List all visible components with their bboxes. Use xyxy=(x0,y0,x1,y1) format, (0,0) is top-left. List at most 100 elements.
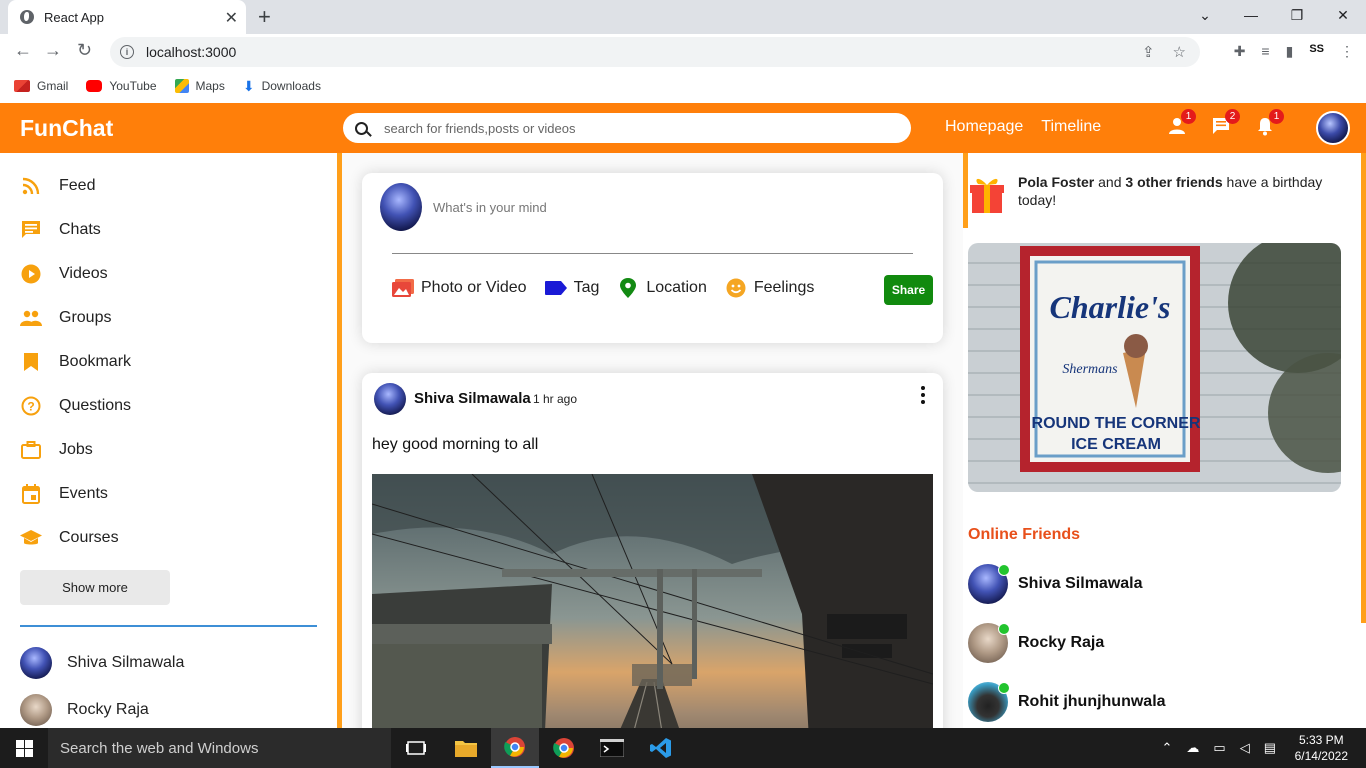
profile-icon[interactable]: SS xyxy=(1309,43,1324,60)
timeline-link[interactable]: Timeline xyxy=(1041,118,1101,136)
taskbar-clock[interactable]: 5:33 PM 6/14/2022 xyxy=(1295,732,1348,764)
sidebar-item-videos[interactable]: Videos xyxy=(20,263,108,285)
terminal-icon[interactable] xyxy=(588,728,636,768)
new-tab-icon[interactable]: + xyxy=(258,4,271,30)
bookmark-downloads[interactable]: ⬇ Downloads xyxy=(243,78,321,95)
location-pin-icon xyxy=(617,278,639,298)
reload-icon[interactable]: ↻ xyxy=(77,40,92,61)
messages-badge: 2 xyxy=(1225,109,1240,124)
bookmark-youtube[interactable]: YouTube xyxy=(86,79,157,93)
file-explorer-icon[interactable] xyxy=(442,728,490,768)
show-hidden-icons-icon[interactable]: ⌃ xyxy=(1162,740,1173,756)
friend-requests-badge: 1 xyxy=(1181,109,1196,124)
menu-icon[interactable]: ⋮ xyxy=(1340,43,1354,60)
post-image[interactable] xyxy=(372,474,933,728)
address-bar-row: ← → ↻ i localhost:3000 ⇪ ☆ ✚ ≡ ▮ SS ⋮ xyxy=(0,34,1366,70)
chat-icon xyxy=(20,219,42,241)
download-icon: ⬇ xyxy=(242,77,255,94)
sidebar-item-groups[interactable]: Groups xyxy=(20,307,111,329)
sidebar-item-bookmark[interactable]: Bookmark xyxy=(20,351,131,373)
post-author-name[interactable]: Shiva Silmawala xyxy=(414,390,531,407)
messages-button[interactable]: 2 xyxy=(1210,109,1240,137)
sidebar-item-jobs[interactable]: Jobs xyxy=(20,439,93,461)
share-page-icon[interactable]: ⇪ xyxy=(1142,43,1155,61)
tab-title: React App xyxy=(44,9,104,25)
tag-icon xyxy=(544,278,567,298)
sidebar-item-events[interactable]: Events xyxy=(20,483,108,505)
svg-text:?: ? xyxy=(27,400,34,414)
media-icon[interactable]: ≡ xyxy=(1261,43,1269,60)
photo-video-option[interactable]: Photo or Video xyxy=(392,278,527,298)
svg-text:ICE CREAM: ICE CREAM xyxy=(1071,436,1161,453)
windows-start-icon[interactable] xyxy=(16,740,33,757)
left-sidebar: Feed Chats Videos Groups Bookmark ? Ques… xyxy=(0,153,342,728)
right-sidebar: Pola Foster and 3 other friends have a b… xyxy=(963,153,1366,728)
share-divider xyxy=(392,253,913,254)
task-view-icon[interactable] xyxy=(392,728,440,768)
site-info-icon[interactable]: i xyxy=(120,45,134,59)
status-input[interactable] xyxy=(433,200,883,215)
search-input[interactable] xyxy=(384,120,884,136)
extensions-icon[interactable]: ✚ xyxy=(1234,43,1246,60)
friend-requests-button[interactable]: 1 xyxy=(1166,109,1196,137)
side-panel-icon[interactable]: ▮ xyxy=(1286,43,1294,60)
notifications-button[interactable]: 1 xyxy=(1254,109,1284,137)
sidebar-item-feed[interactable]: Feed xyxy=(20,175,95,197)
online-friend-item[interactable]: Shiva Silmawala xyxy=(968,564,1143,604)
clock-time: 5:33 PM xyxy=(1298,733,1344,747)
bookmark-icon xyxy=(20,351,42,373)
feelings-option[interactable]: Feelings xyxy=(725,278,814,298)
search-bar[interactable] xyxy=(343,113,911,143)
friend-avatar xyxy=(20,694,52,726)
scrollbar[interactable] xyxy=(1361,153,1366,623)
photo-icon xyxy=(392,278,414,298)
system-tray: ⌃ ☁ ▭ ◁ ▤ xyxy=(1162,740,1277,756)
post-text: hey good morning to all xyxy=(372,436,539,453)
browser-tab[interactable]: React App ✕ xyxy=(8,0,246,34)
online-friend-item[interactable]: Rocky Raja xyxy=(968,623,1104,663)
location-option[interactable]: Location xyxy=(617,278,707,298)
sidebar-friend-item[interactable]: Shiva Silmawala xyxy=(20,647,184,679)
more-options-icon[interactable] xyxy=(921,386,925,404)
online-friend-item[interactable]: Rohit jhunjhunwala xyxy=(968,682,1166,722)
profile-avatar[interactable] xyxy=(1316,111,1350,145)
tab-search-icon[interactable]: ⌄ xyxy=(1182,0,1228,30)
vscode-icon[interactable] xyxy=(637,728,685,768)
friend-avatar xyxy=(20,647,52,679)
close-tab-icon[interactable]: ✕ xyxy=(225,8,238,28)
bookmarks-bar: Gmail YouTube Maps ⬇ Downloads xyxy=(0,70,1366,102)
tag-option[interactable]: Tag xyxy=(544,278,599,298)
post-author-avatar[interactable] xyxy=(374,383,406,415)
bookmark-star-icon[interactable]: ☆ xyxy=(1173,43,1186,61)
back-icon[interactable]: ← xyxy=(14,40,32,61)
restore-icon[interactable]: ❐ xyxy=(1274,0,1320,30)
homepage-link[interactable]: Homepage xyxy=(945,118,1023,136)
sidebar-divider xyxy=(20,625,317,627)
app-logo[interactable]: FunChat xyxy=(20,115,113,142)
url-field[interactable]: i localhost:3000 xyxy=(110,37,1200,67)
birthday-notice: Pola Foster and 3 other friends have a b… xyxy=(968,173,1348,213)
url-text: localhost:3000 xyxy=(146,44,237,60)
online-friends-title: Online Friends xyxy=(968,526,1081,543)
minimize-icon[interactable]: — xyxy=(1228,0,1274,30)
bookmark-gmail[interactable]: Gmail xyxy=(14,79,68,93)
chrome-icon[interactable] xyxy=(491,728,539,768)
share-button[interactable]: Share xyxy=(884,275,933,305)
show-more-button[interactable]: Show more xyxy=(20,570,170,605)
action-center-icon[interactable]: ▤ xyxy=(1264,740,1276,756)
forward-icon[interactable]: → xyxy=(44,40,62,61)
sidebar-item-courses[interactable]: Courses xyxy=(20,527,119,549)
close-window-icon[interactable]: ✕ xyxy=(1320,0,1366,30)
ad-image[interactable]: Charlie's Shermans ROUND THE CORNER ICE … xyxy=(968,243,1341,492)
volume-icon[interactable]: ◁ xyxy=(1240,740,1250,756)
onedrive-icon[interactable]: ☁ xyxy=(1186,740,1199,756)
sidebar-friend-item[interactable]: Rocky Raja xyxy=(20,694,149,726)
bookmark-maps[interactable]: Maps xyxy=(174,79,225,93)
taskbar-search[interactable]: Search the web and Windows xyxy=(48,728,391,768)
briefcase-icon xyxy=(20,439,42,461)
chrome-profile-icon[interactable] xyxy=(540,728,588,768)
feed-column: Photo or Video Tag Location Feelings xyxy=(342,153,963,728)
network-icon[interactable]: ▭ xyxy=(1213,740,1225,756)
sidebar-item-chats[interactable]: Chats xyxy=(20,219,101,241)
sidebar-item-questions[interactable]: ? Questions xyxy=(20,395,131,417)
